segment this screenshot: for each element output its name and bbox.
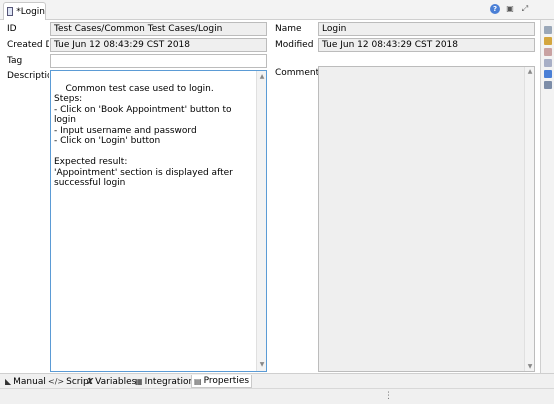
modified-date-field[interactable]: Tue Jun 12 08:43:29 CST 2018 <box>318 38 535 52</box>
tool-icon-4[interactable] <box>544 59 552 67</box>
comment-scrollbar[interactable]: ▲ ▼ <box>524 67 534 371</box>
editor-bottom-tabs: ◣ Manual </> Script X Variables ▦ Integr… <box>0 373 554 388</box>
tab-properties-label: Properties <box>203 376 250 386</box>
scroll-up-icon[interactable]: ▲ <box>525 68 535 75</box>
id-field[interactable]: Test Cases/Common Test Cases/Login <box>50 22 267 36</box>
description-text: Common test case used to login. Steps: -… <box>54 83 233 189</box>
tab-manual-label: Manual <box>13 376 46 387</box>
comment-label: Comment <box>275 68 320 78</box>
side-toolbar <box>540 20 554 373</box>
tag-input[interactable] <box>50 54 267 68</box>
tab-script[interactable]: </> Script <box>48 375 92 388</box>
test-case-icon <box>7 7 14 16</box>
properties-icon: ▤ <box>194 376 202 386</box>
properties-panel: ID Test Cases/Common Test Cases/Login Cr… <box>0 20 540 373</box>
restore-icon[interactable]: ▣ <box>505 4 515 14</box>
scroll-down-icon[interactable]: ▼ <box>525 363 535 370</box>
scroll-down-icon[interactable]: ▼ <box>257 360 267 371</box>
resize-handle[interactable]: ⋮ <box>384 391 393 401</box>
variables-icon: X <box>87 377 94 386</box>
help-icon[interactable]: ? <box>490 4 500 14</box>
id-label: ID <box>7 24 17 34</box>
manual-icon: ◣ <box>5 377 12 386</box>
comment-textarea[interactable]: ▲ ▼ <box>318 66 535 372</box>
description-textarea[interactable]: Common test case used to login. Steps: -… <box>50 70 267 372</box>
tool-icon-1[interactable] <box>544 26 552 34</box>
tool-icon-2[interactable] <box>544 37 552 45</box>
editor-tab-title: *Login <box>16 6 45 17</box>
tab-integration[interactable]: ▦ Integration <box>135 375 194 388</box>
status-bar: ⋮ <box>0 388 554 404</box>
tag-label: Tag <box>7 56 23 66</box>
tool-icon-3[interactable] <box>544 48 552 56</box>
tab-properties[interactable]: ▤ Properties <box>191 375 253 388</box>
tool-icon-6[interactable] <box>544 81 552 89</box>
created-date-label: Created Da <box>7 40 49 50</box>
tab-integration-label: Integration <box>144 376 195 387</box>
tool-icon-5[interactable] <box>544 70 552 78</box>
script-icon: </> <box>48 377 65 386</box>
scroll-up-icon[interactable]: ▲ <box>257 72 267 83</box>
name-field[interactable]: Login <box>318 22 535 36</box>
description-scrollbar[interactable]: ▲ ▼ <box>256 71 266 371</box>
description-label: Description <box>7 71 49 81</box>
name-label: Name <box>275 24 302 34</box>
tab-variables-label: Variables <box>95 376 137 387</box>
modified-date-label: Modified D <box>275 40 317 50</box>
created-date-field[interactable]: Tue Jun 12 08:43:29 CST 2018 <box>50 38 267 52</box>
tab-variables[interactable]: X Variables <box>87 375 136 388</box>
editor-tab-bar: *Login ? ▣ ⤢ <box>0 0 554 20</box>
integration-icon: ▦ <box>135 377 143 386</box>
maximize-icon[interactable]: ⤢ <box>520 4 530 14</box>
editor-tab-login[interactable]: *Login <box>3 2 46 20</box>
tab-manual[interactable]: ◣ Manual <box>5 375 46 388</box>
